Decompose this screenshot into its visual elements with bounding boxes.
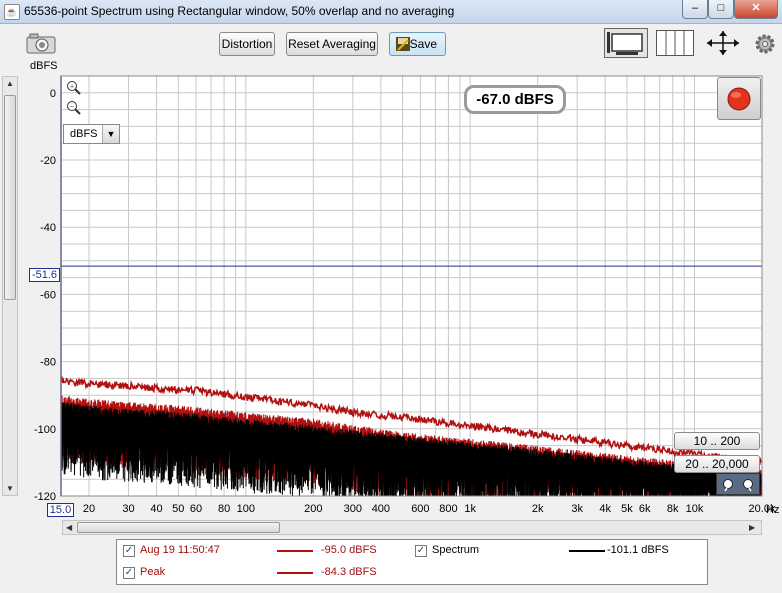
legend-label-peak: Peak [140, 566, 166, 578]
legend-value-peak: -84.3 dBFS [321, 566, 377, 578]
range-20-20000-button[interactable]: 20 .. 20,000 [674, 455, 760, 473]
y-tick-label: -60 [40, 289, 56, 301]
x-tick-label: 20 [83, 503, 95, 515]
legend-checkbox-spectrum[interactable]: ✓ [415, 545, 427, 557]
gear-icon[interactable] [754, 33, 776, 58]
scroll-right-icon[interactable]: ▶ [749, 523, 755, 532]
x-tick-label: 40 [150, 503, 162, 515]
x-tick-label: 100 [237, 503, 255, 515]
x-tick-label: 60 [190, 503, 202, 515]
x-tick-label: 1k [464, 503, 476, 515]
legend-checkbox-capture[interactable]: ✓ [123, 545, 135, 557]
expand-arrows-icon[interactable] [704, 29, 742, 60]
legend: ✓ Aug 19 11:50:47 -95.0 dBFS ✓ Spectrum … [116, 539, 708, 585]
save-icon [396, 37, 410, 51]
legend-value-capture: -95.0 dBFS [321, 544, 377, 556]
minimize-button[interactable]: – [682, 0, 708, 19]
record-button[interactable] [717, 77, 761, 120]
y-tick-label: -20 [40, 155, 56, 167]
y-tick-label: -120 [34, 491, 56, 503]
level-readout: -67.0 dBFS [464, 85, 566, 114]
x-start-label[interactable]: 15.0 [47, 503, 74, 517]
camera-icon[interactable] [26, 32, 56, 57]
x-tick-label: 3k [571, 503, 583, 515]
horizontal-scroll-thumb[interactable] [77, 522, 280, 533]
legend-line-capture [277, 550, 313, 552]
svg-text:–: – [70, 104, 74, 111]
svg-text:+: + [70, 84, 74, 91]
graph-layout-button[interactable] [604, 28, 648, 61]
x-unit-label: Hz [766, 504, 780, 516]
distortion-button[interactable]: Distortion [219, 32, 275, 56]
legend-label-capture: Aug 19 11:50:47 [140, 544, 220, 556]
x-tick-label: 600 [411, 503, 429, 515]
x-tick-label: 400 [372, 503, 390, 515]
close-button[interactable]: ✕ [734, 0, 778, 19]
zoom-x-controls[interactable] [716, 473, 760, 495]
x-tick-label: 6k [639, 503, 651, 515]
horizontal-scrollbar[interactable]: ◀ ▶ [62, 520, 762, 535]
y-tick-label: -80 [40, 357, 56, 369]
cursor-level-label[interactable]: -51.6 [29, 268, 60, 282]
x-tick-label: 200 [304, 503, 322, 515]
title-bar: ☕ 65536-point Spectrum using Rectangular… [0, 0, 782, 24]
legend-checkbox-peak[interactable]: ✓ [123, 567, 135, 579]
legend-label-spectrum: Spectrum [432, 544, 480, 556]
grid-lines-icon[interactable] [656, 30, 694, 59]
maximize-button[interactable]: □ [708, 0, 734, 19]
save-label: Save [409, 37, 437, 51]
reset-averaging-button[interactable]: Reset Averaging [286, 32, 378, 56]
x-tick-label: 80 [218, 503, 230, 515]
x-tick-label: 50 [172, 503, 184, 515]
range-10-200-button[interactable]: 10 .. 200 [674, 432, 760, 450]
x-tick-label: 8k [667, 503, 679, 515]
x-tick-labels: 20 30 40 50 60 80 100 200 300 400 600 800 1k 2k 3k 4k 5k… [83, 503, 776, 515]
toolbar: Distortion Reset Averaging Save [0, 24, 782, 68]
x-tick-label: 800 [439, 503, 457, 515]
y-tick-labels: 0 -20 -40 -60 -80 -100 -120 [34, 88, 56, 503]
zoom-in-icon[interactable]: + [66, 80, 82, 99]
x-tick-label: 2k [532, 503, 544, 515]
x-tick-label: 300 [344, 503, 362, 515]
record-icon [727, 87, 751, 111]
units-select-value: dBFS [70, 128, 98, 140]
x-tick-label: 5k [621, 503, 633, 515]
y-tick-label: -100 [34, 424, 56, 436]
x-tick-label: 10k [686, 503, 704, 515]
y-tick-label: 0 [50, 88, 56, 100]
java-cup-icon: ☕ [4, 4, 20, 20]
x-tick-label: 4k [599, 503, 611, 515]
window-title: 65536-point Spectrum using Rectangular w… [24, 4, 455, 18]
save-button[interactable]: Save [389, 32, 446, 56]
units-select[interactable]: dBFS ▼ [63, 124, 120, 144]
chevron-down-icon[interactable]: ▼ [102, 125, 119, 143]
scroll-left-icon[interactable]: ◀ [66, 523, 72, 532]
zoom-out-icon[interactable]: – [66, 100, 82, 119]
legend-line-spectrum [569, 550, 605, 552]
y-tick-label: -40 [40, 222, 56, 234]
x-tick-label: 30 [122, 503, 134, 515]
legend-value-spectrum: -101.1 dBFS [607, 544, 669, 556]
legend-line-peak [277, 572, 313, 574]
